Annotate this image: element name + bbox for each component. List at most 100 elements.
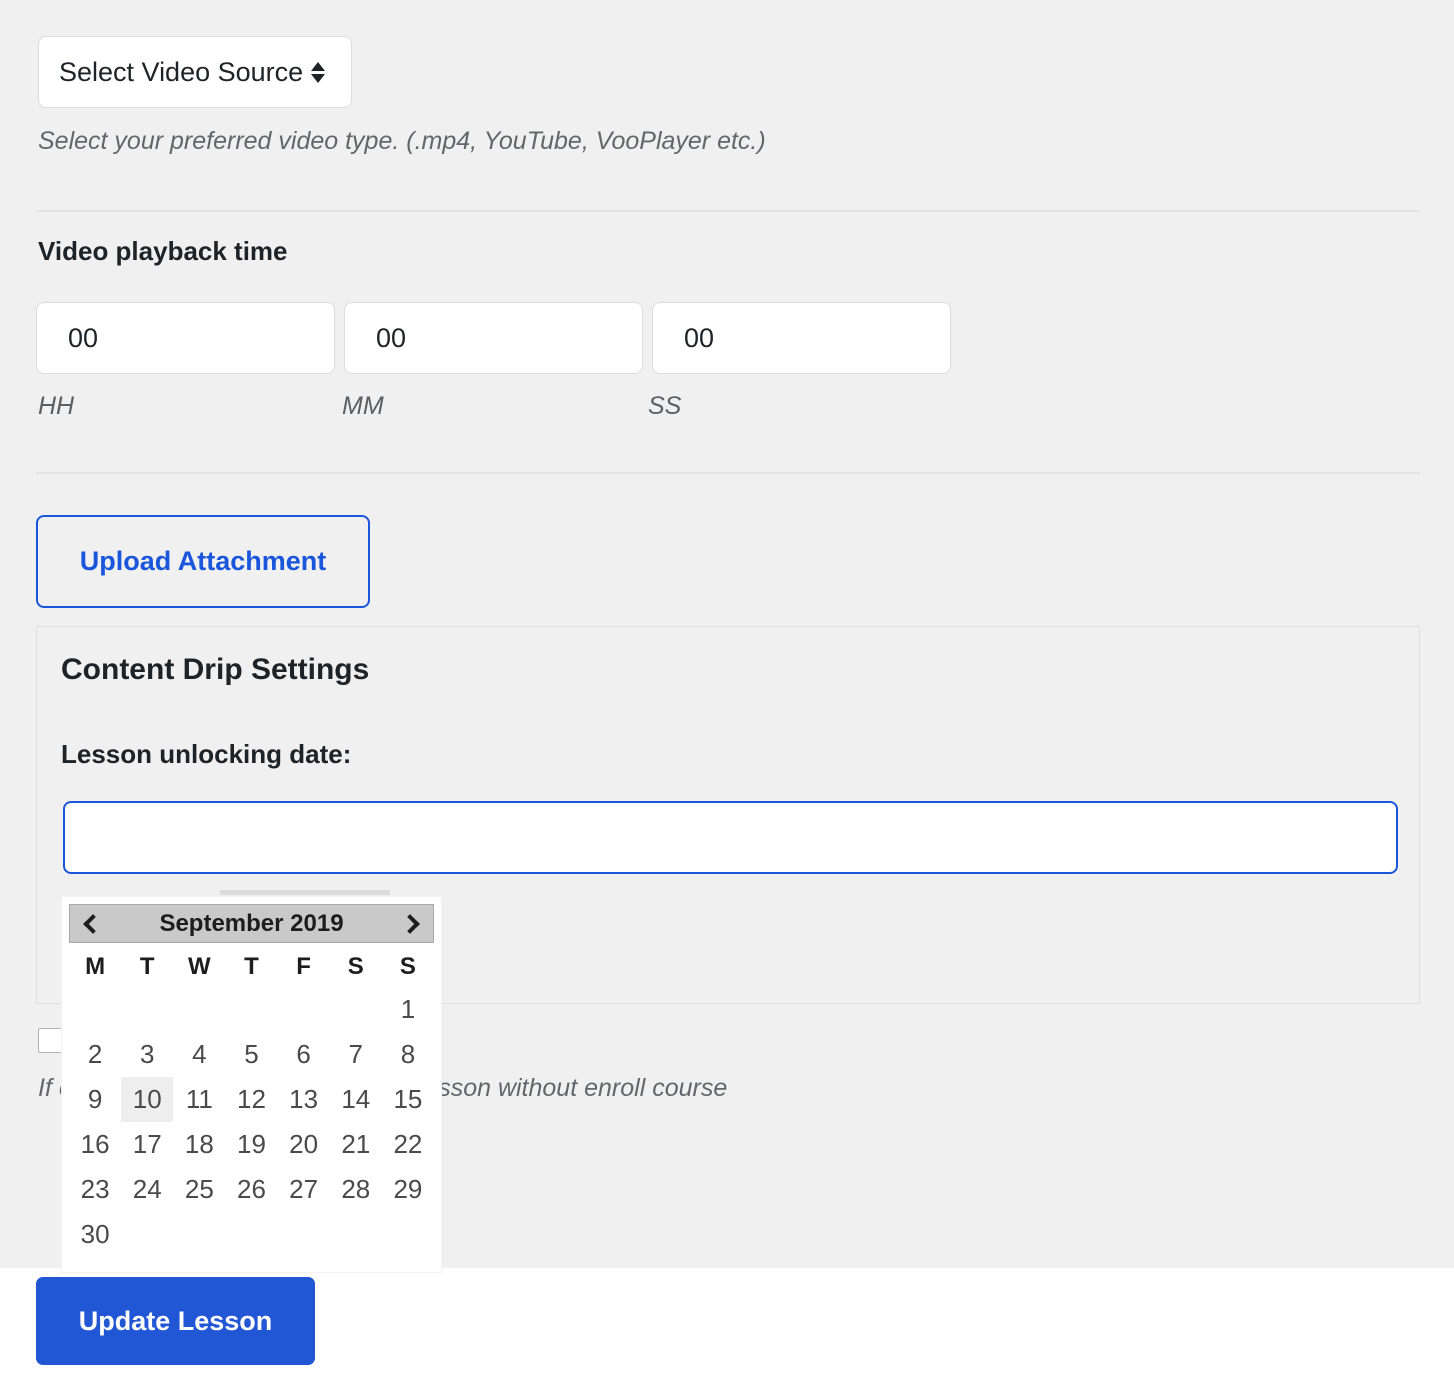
playback-minutes-label: MM — [342, 392, 384, 420]
datepicker-day-cell[interactable]: 10 — [121, 1077, 174, 1122]
chevron-right-icon[interactable] — [389, 905, 431, 942]
upload-attachment-button[interactable]: Upload Attachment — [36, 515, 370, 608]
datepicker-week-row: 23 24 25 26 27 28 29 — [69, 1167, 434, 1212]
datepicker-day-cell[interactable]: 16 — [69, 1122, 121, 1167]
datepicker-day-cell[interactable]: 8 — [382, 1032, 434, 1077]
datepicker-day[interactable]: 22 — [382, 1122, 434, 1167]
datepicker-day[interactable]: 5 — [225, 1032, 277, 1077]
datepicker-day-cell[interactable]: 1 — [382, 987, 434, 1032]
datepicker-day[interactable]: 19 — [225, 1122, 277, 1167]
datepicker-day-cell[interactable]: 5 — [225, 1032, 277, 1077]
datepicker-day-cell[interactable]: 26 — [225, 1167, 277, 1212]
datepicker-day[interactable]: 24 — [121, 1167, 173, 1212]
datepicker-weekday: S — [347, 953, 364, 980]
datepicker-empty-cell — [173, 987, 225, 1032]
datepicker-day[interactable]: 30 — [69, 1212, 121, 1257]
datepicker-day-cell[interactable]: 24 — [121, 1167, 173, 1212]
datepicker-day-cell[interactable]: 21 — [330, 1122, 382, 1167]
datepicker-day[interactable]: 11 — [173, 1077, 225, 1122]
datepicker-day-cell[interactable]: 27 — [278, 1167, 330, 1212]
datepicker-empty-cell — [278, 987, 330, 1032]
datepicker-day[interactable]: 7 — [330, 1032, 382, 1077]
datepicker-day[interactable]: 3 — [121, 1032, 173, 1077]
datepicker-day-cell[interactable]: 12 — [225, 1077, 277, 1122]
datepicker-day[interactable]: 25 — [173, 1167, 225, 1212]
datepicker-day[interactable]: 14 — [330, 1077, 382, 1122]
datepicker-empty-cell — [225, 1212, 277, 1257]
datepicker-day[interactable]: 1 — [382, 987, 434, 1032]
datepicker-day[interactable]: 26 — [225, 1167, 277, 1212]
datepicker-day[interactable]: 29 — [382, 1167, 434, 1212]
datepicker-day-cell[interactable]: 18 — [173, 1122, 225, 1167]
datepicker-day-cell[interactable]: 23 — [69, 1167, 121, 1212]
divider — [36, 210, 1420, 212]
datepicker-day-cell[interactable]: 9 — [69, 1077, 121, 1122]
datepicker-week-row: 16 17 18 19 20 21 22 — [69, 1122, 434, 1167]
datepicker-day[interactable]: 23 — [69, 1167, 121, 1212]
datepicker-day-cell[interactable]: 14 — [330, 1077, 382, 1122]
datepicker-day[interactable]: 13 — [278, 1077, 330, 1122]
playback-hours-input[interactable]: 00 — [36, 302, 335, 374]
datepicker-day-cell[interactable]: 29 — [382, 1167, 434, 1212]
datepicker-month-year: September 2019 — [159, 909, 344, 937]
datepicker-day-cell[interactable]: 28 — [330, 1167, 382, 1212]
video-playback-time-inputs: 00 00 00 — [36, 302, 951, 374]
lesson-unlocking-date-label: Lesson unlocking date: — [61, 739, 352, 769]
datepicker-empty-cell — [121, 987, 173, 1032]
datepicker-day[interactable]: 20 — [278, 1122, 330, 1167]
datepicker-week-row: 1 — [69, 987, 434, 1032]
datepicker-day-cell[interactable]: 2 — [69, 1032, 121, 1077]
video-source-select[interactable]: Select Video Source — [38, 36, 352, 108]
datepicker-day-cell[interactable]: 19 — [225, 1122, 277, 1167]
datepicker-day-cell[interactable]: 30 — [69, 1212, 121, 1257]
datepicker-popup: September 2019 MTWTFSS 1 2 3 4 5 6 7 8 9 10 11 12 13… — [62, 897, 441, 1272]
datepicker-empty-cell — [382, 1212, 434, 1257]
datepicker-weekday-row: MTWTFSS — [69, 945, 434, 987]
datepicker-empty-cell — [173, 1212, 225, 1257]
datepicker-day[interactable]: 6 — [278, 1032, 330, 1077]
video-source-select-label: Select Video Source — [59, 56, 304, 87]
datepicker-day[interactable]: 2 — [69, 1032, 121, 1077]
datepicker-day-cell[interactable]: 13 — [278, 1077, 330, 1122]
datepicker-week-row: 30 — [69, 1212, 434, 1257]
datepicker-day-cell[interactable]: 11 — [173, 1077, 225, 1122]
datepicker-day[interactable]: 9 — [69, 1077, 121, 1122]
datepicker-day[interactable]: 17 — [121, 1122, 173, 1167]
datepicker-day-cell[interactable]: 17 — [121, 1122, 173, 1167]
update-lesson-button[interactable]: Update Lesson — [36, 1277, 315, 1365]
datepicker-day[interactable]: 4 — [173, 1032, 225, 1077]
datepicker-weekday: S — [399, 953, 416, 980]
datepicker-day[interactable]: 18 — [173, 1122, 225, 1167]
datepicker-day-cell[interactable]: 4 — [173, 1032, 225, 1077]
datepicker-day-cell[interactable]: 6 — [278, 1032, 330, 1077]
datepicker-day[interactable]: 8 — [382, 1032, 434, 1077]
playback-seconds-label: SS — [648, 392, 682, 420]
datepicker-day-cell[interactable]: 20 — [278, 1122, 330, 1167]
playback-hours-value: 00 — [68, 322, 99, 353]
datepicker-day[interactable]: 28 — [330, 1167, 382, 1212]
playback-seconds-input[interactable]: 00 — [652, 302, 951, 374]
datepicker-day-cell[interactable]: 25 — [173, 1167, 225, 1212]
chevron-left-icon[interactable] — [72, 905, 114, 942]
datepicker-day[interactable]: 15 — [382, 1077, 434, 1122]
datepicker-day[interactable]: 27 — [278, 1167, 330, 1212]
lesson-settings-page: Select Video Source Select your preferre… — [0, 0, 1454, 1386]
lesson-unlocking-date-input[interactable] — [63, 801, 1398, 874]
playback-minutes-input[interactable]: 00 — [344, 302, 643, 374]
datepicker-day[interactable]: 12 — [225, 1077, 277, 1122]
playback-seconds-value: 00 — [684, 322, 715, 353]
datepicker-day[interactable]: 10 — [121, 1077, 174, 1122]
datepicker-day-cell[interactable]: 22 — [382, 1122, 434, 1167]
datepicker-day-cell[interactable]: 15 — [382, 1077, 434, 1122]
video-source-helper-text: Select your preferred video type. (.mp4,… — [38, 127, 766, 155]
content-drip-settings-title: Content Drip Settings — [61, 653, 370, 686]
obscured-element — [220, 890, 390, 895]
datepicker-empty-cell — [69, 987, 121, 1032]
datepicker-empty-cell — [225, 987, 277, 1032]
lesson-preview-checkbox[interactable] — [38, 1028, 63, 1053]
datepicker-day[interactable]: 21 — [330, 1122, 382, 1167]
datepicker-day-cell[interactable]: 3 — [121, 1032, 173, 1077]
datepicker-week-row: 2345678 — [69, 1032, 434, 1077]
datepicker-day-cell[interactable]: 7 — [330, 1032, 382, 1077]
datepicker-day[interactable]: 16 — [69, 1122, 121, 1167]
